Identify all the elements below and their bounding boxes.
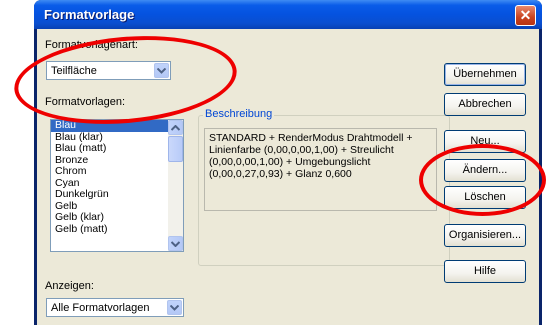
aendern-button[interactable]: Ändern... bbox=[444, 159, 526, 182]
close-button[interactable]: ✕ bbox=[515, 5, 536, 26]
scroll-up-button[interactable] bbox=[168, 120, 183, 135]
formatvorlagen-label: Formatvorlagen: bbox=[45, 96, 126, 108]
chevron-down-icon[interactable] bbox=[167, 300, 182, 315]
formatvorlagenart-value: Teilfläche bbox=[51, 65, 97, 77]
neu-button[interactable]: Neu... bbox=[444, 130, 526, 153]
scroll-thumb[interactable] bbox=[168, 136, 183, 162]
title-bar[interactable]: Formatvorlage ✕ bbox=[34, 0, 542, 29]
formatvorlagenart-label: Formatvorlagenart: bbox=[45, 39, 138, 51]
hilfe-button[interactable]: Hilfe bbox=[444, 260, 526, 283]
anzeigen-select[interactable]: Alle Formatvorlagen bbox=[46, 298, 184, 317]
list-item[interactable]: Blau (matt) bbox=[51, 142, 183, 155]
organisieren-button[interactable]: Organisieren... bbox=[444, 224, 526, 247]
list-item[interactable]: Chrom bbox=[51, 165, 183, 178]
close-icon: ✕ bbox=[519, 7, 532, 23]
loeschen-button[interactable]: Löschen bbox=[444, 186, 526, 209]
list-item[interactable]: Gelb (klar) bbox=[51, 211, 183, 224]
anzeigen-value: Alle Formatvorlagen bbox=[51, 302, 150, 314]
vertical-scrollbar[interactable] bbox=[168, 120, 183, 251]
formatvorlagen-listbox[interactable]: Blau Blau (klar) Blau (matt) Bronze Chrom Cya… bbox=[50, 119, 184, 252]
formatvorlagenart-select[interactable]: Teilfläche bbox=[46, 61, 171, 80]
anzeigen-label: Anzeigen: bbox=[45, 280, 94, 292]
abbrechen-button[interactable]: Abbrechen bbox=[444, 93, 526, 116]
beschreibung-title: Beschreibung bbox=[203, 108, 275, 120]
uebernehmen-button[interactable]: Übernehmen bbox=[444, 63, 526, 86]
beschreibung-text: STANDARD + RenderModus Drahtmodell + Lin… bbox=[209, 132, 413, 180]
beschreibung-box: STANDARD + RenderModus Drahtmodell + Lin… bbox=[204, 128, 437, 211]
list-item[interactable]: Blau bbox=[51, 120, 183, 132]
list-item[interactable]: Dunkelgrün bbox=[51, 188, 183, 201]
chevron-down-icon[interactable] bbox=[154, 63, 169, 78]
scroll-down-button[interactable] bbox=[168, 236, 183, 251]
dialog-title: Formatvorlage bbox=[44, 7, 135, 22]
formatvorlagen-list: Blau Blau (klar) Blau (matt) Bronze Chrom Cya… bbox=[51, 120, 183, 235]
list-item[interactable]: Gelb (matt) bbox=[51, 223, 183, 236]
